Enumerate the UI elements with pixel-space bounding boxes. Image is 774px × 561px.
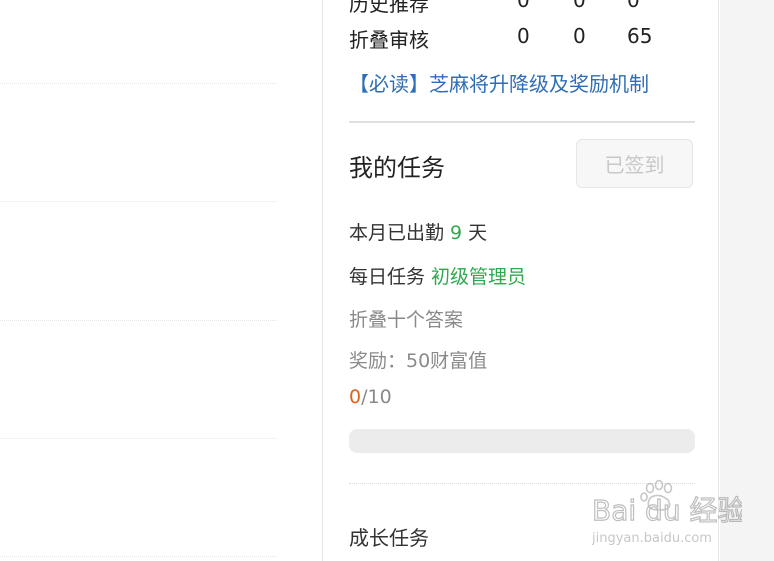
attendance-line: 本月已出勤 9 天 [349, 218, 487, 245]
stat-value: 0 [517, 0, 530, 12]
progress-current: 0 [349, 386, 362, 408]
feed-divider [0, 438, 277, 439]
rules-notice-link[interactable]: 【必读】芝麻将升降级及奖励机制 [349, 68, 649, 97]
attendance-days: 9 [450, 222, 463, 244]
feed-divider [0, 320, 277, 321]
signed-in-button[interactable]: 已签到 [576, 139, 693, 188]
stat-value: 0 [517, 24, 530, 48]
feed-divider [0, 201, 277, 202]
section-divider [349, 121, 695, 123]
stat-label: 折叠审核 [349, 28, 429, 52]
my-tasks-title: 我的任务 [349, 154, 445, 182]
page-background-strip [720, 0, 774, 561]
feed-divider [0, 83, 277, 84]
feed-divider [0, 556, 277, 557]
task-reward: 奖励：50财富值 [349, 350, 488, 372]
watermark-brand: Bai du 经验 [592, 494, 742, 527]
daily-task-line: 每日任务 初级管理员 [349, 262, 526, 289]
sidebar-panel: 历史推荐 0 0 0 折叠审核 0 0 65 【必读】芝麻将升降级及奖励机制 我… [322, 0, 719, 561]
stat-value: 0 [627, 0, 640, 12]
stat-value: 65 [627, 24, 653, 48]
page: 历史推荐 0 0 0 折叠审核 0 0 65 【必读】芝麻将升降级及奖励机制 我… [0, 0, 774, 561]
attendance-prefix: 本月已出勤 [349, 222, 451, 244]
stat-value: 0 [573, 24, 586, 48]
task-progress-bar [349, 429, 695, 453]
watermark-url: jingyan.baidu.com [592, 531, 712, 546]
stat-value: 0 [573, 0, 586, 12]
task-description: 折叠十个答案 [349, 309, 464, 331]
stat-label: 历史推荐 [349, 0, 429, 16]
daily-task-prefix: 每日任务 [349, 266, 432, 288]
progress-total: /10 [361, 386, 392, 408]
attendance-suffix: 天 [462, 222, 488, 244]
task-progress-text: 0/10 [349, 386, 392, 408]
baidu-jingyan-watermark: Bai du 经验 jingyan.baidu.com [592, 479, 742, 546]
growth-tasks-title: 成长任务 [349, 526, 429, 550]
daily-task-name: 初级管理员 [431, 266, 527, 288]
